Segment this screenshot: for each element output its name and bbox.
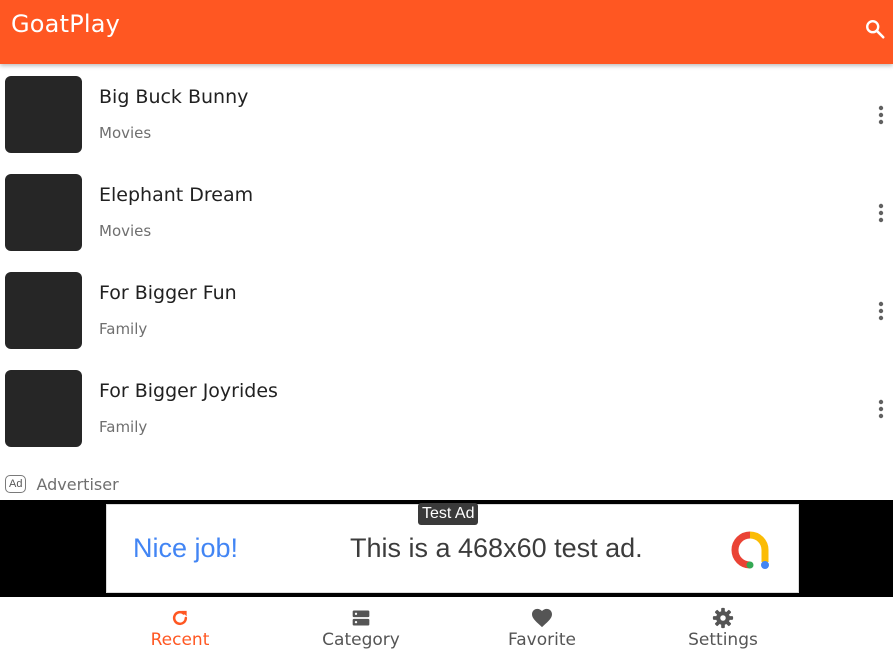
- advertiser-label: Advertiser: [36, 474, 119, 494]
- category-icon: [350, 607, 372, 629]
- more-options-button[interactable]: [870, 298, 892, 324]
- ad-logo-icon: [731, 531, 769, 569]
- video-category: Movies: [99, 222, 152, 240]
- nav-favorite[interactable]: Favorite: [452, 597, 632, 657]
- more-vert-icon: [878, 301, 884, 321]
- video-thumbnail: [5, 174, 82, 251]
- nav-category[interactable]: Category: [271, 597, 451, 657]
- nav-label: Category: [322, 630, 400, 650]
- app-title: GoatPlay: [11, 10, 121, 38]
- more-options-button[interactable]: [870, 396, 892, 422]
- video-thumbnail: [5, 76, 82, 153]
- nav-label: Settings: [688, 630, 758, 650]
- video-thumbnail: [5, 370, 82, 447]
- list-item[interactable]: For Bigger Fun Family: [0, 260, 893, 358]
- more-vert-icon: [878, 203, 884, 223]
- video-title: Elephant Dream: [99, 184, 254, 206]
- video-title: Big Buck Bunny: [99, 86, 249, 108]
- list-item[interactable]: Big Buck Bunny Movies: [0, 64, 893, 162]
- nav-recent[interactable]: Recent: [90, 597, 270, 657]
- nav-label: Favorite: [508, 630, 576, 650]
- ad-body-text: This is a 468x60 test ad.: [350, 533, 643, 563]
- nav-settings[interactable]: Settings: [633, 597, 813, 657]
- video-thumbnail: [5, 272, 82, 349]
- video-title: For Bigger Fun: [99, 282, 237, 304]
- heart-icon: [531, 607, 553, 629]
- more-vert-icon: [878, 105, 884, 125]
- more-options-button[interactable]: [870, 102, 892, 128]
- bottom-navigation: Recent Category Favorite Settings: [0, 597, 893, 657]
- nav-label: Recent: [150, 630, 210, 650]
- test-ad-badge: Test Ad: [418, 503, 479, 525]
- ad-chip: Ad: [5, 475, 27, 493]
- video-category: Family: [99, 320, 148, 338]
- refresh-icon: [169, 607, 191, 629]
- more-vert-icon: [878, 399, 884, 419]
- more-options-button[interactable]: [870, 200, 892, 226]
- video-category: Family: [99, 418, 148, 436]
- video-category: Movies: [99, 124, 152, 142]
- app-bar: GoatPlay: [0, 0, 893, 64]
- video-title: For Bigger Joyrides: [99, 380, 278, 402]
- search-icon: [866, 20, 885, 39]
- list-item[interactable]: Elephant Dream Movies: [0, 162, 893, 260]
- search-button[interactable]: [860, 14, 890, 44]
- ad-headline: Nice job!: [133, 533, 239, 563]
- list-item[interactable]: For Bigger Joyrides Family: [0, 358, 893, 456]
- gear-icon: [712, 607, 734, 629]
- ad-attribution: Ad Advertiser: [5, 473, 119, 495]
